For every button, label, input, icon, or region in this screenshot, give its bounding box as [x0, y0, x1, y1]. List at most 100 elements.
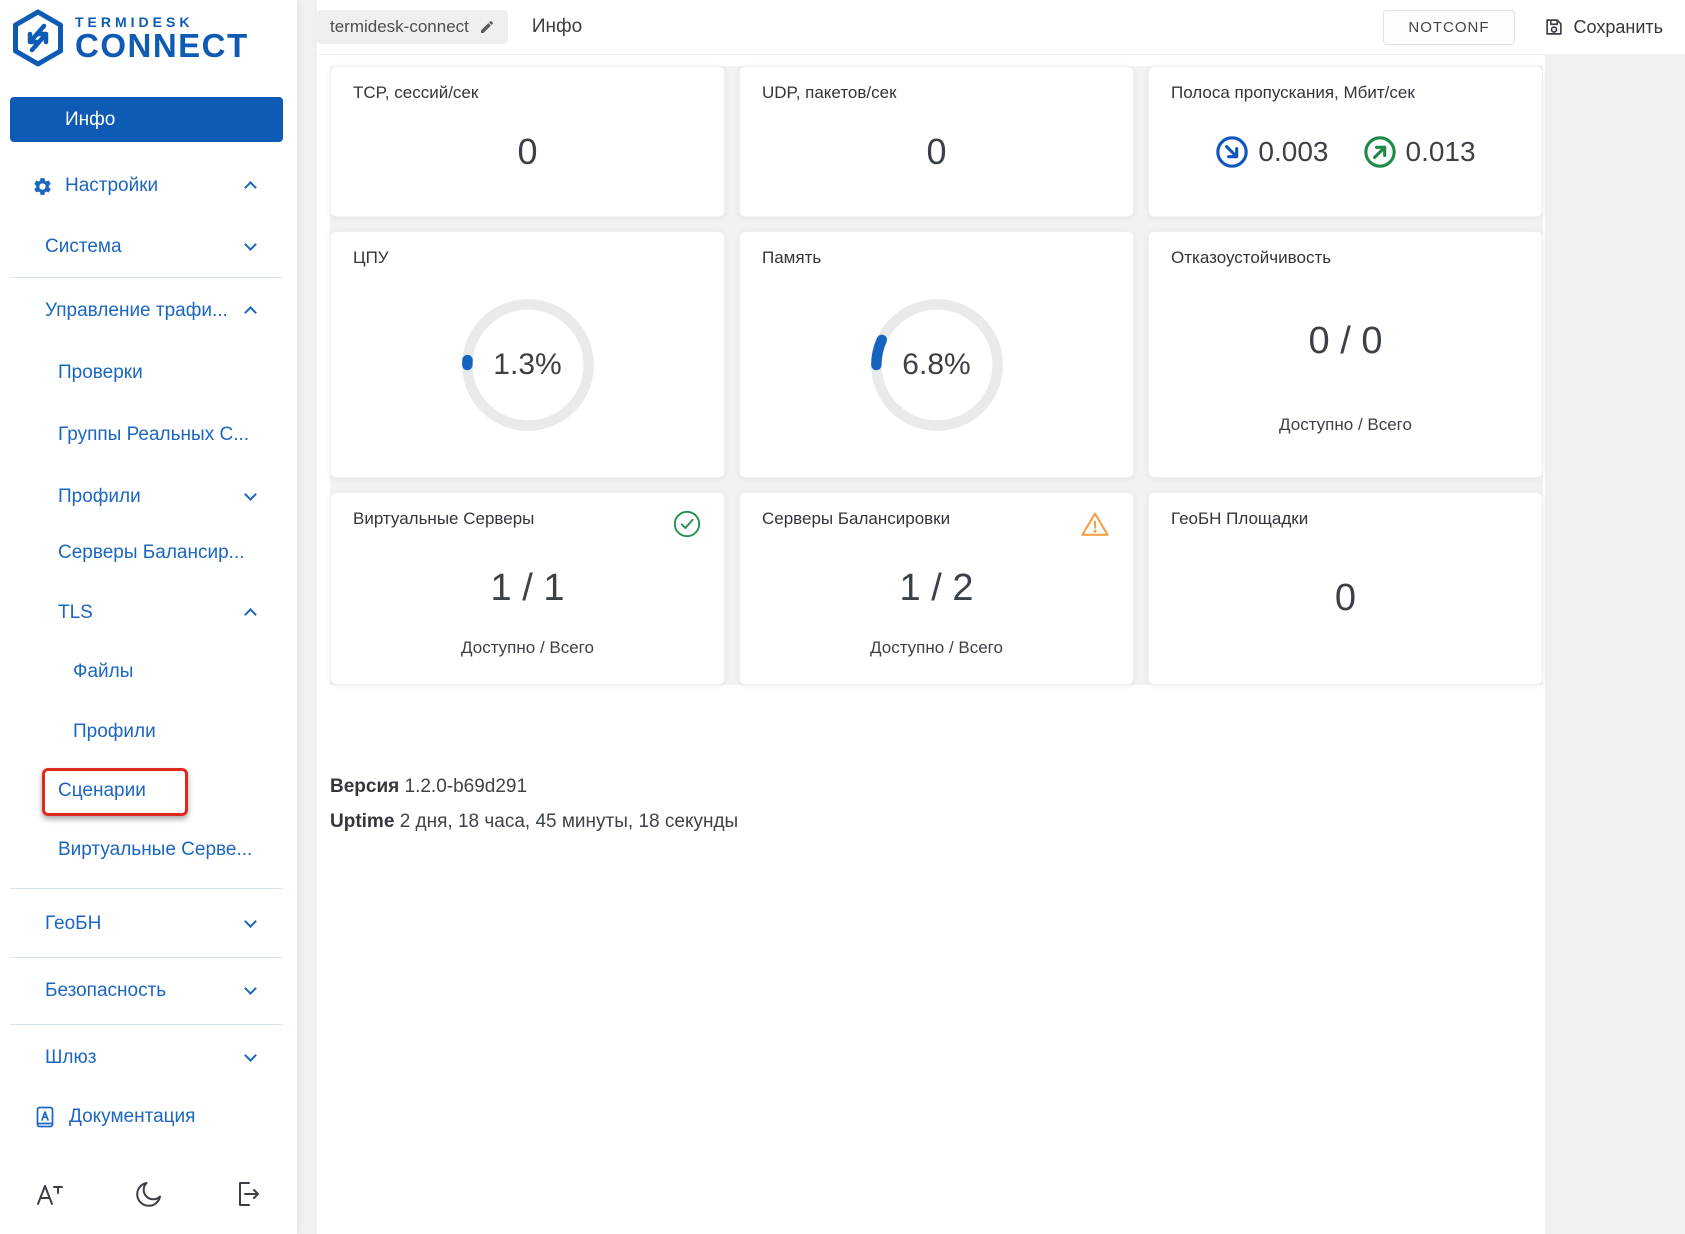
- card-title: Отказоустойчивость: [1171, 248, 1332, 267]
- uptime-value: 2 дня, 18 часа, 45 минуты, 18 секунды: [399, 811, 739, 832]
- sidebar-item-gateway[interactable]: Шлюз: [10, 1036, 283, 1080]
- topbar: termidesk-connect Инфо NOTCONF Сохранить: [317, 0, 1685, 55]
- chevron-down-icon: [244, 238, 257, 251]
- brand-logo[interactable]: TERMIDESK CONNECT: [10, 8, 249, 68]
- sidebar-item-label: Виртуальные Серве...: [58, 839, 253, 860]
- sidebar-item-label: Шлюз: [45, 1047, 97, 1068]
- chevron-up-icon: [244, 181, 257, 194]
- arrow-up-right-icon: [1363, 135, 1396, 168]
- dashboard-card-grid: TCP, сессий/сек 0 UDP, пакетов/сек 0 Пол…: [330, 66, 1543, 685]
- sidebar-item-balancing-servers[interactable]: Серверы Балансир...: [10, 531, 283, 575]
- sidebar-item-profiles[interactable]: Профили: [10, 475, 283, 519]
- arrow-down-right-icon: [1216, 135, 1249, 168]
- sidebar-footer-icons: [0, 1154, 297, 1234]
- sidebar-item-label: Безопасность: [45, 980, 167, 1001]
- sidebar-item-label: ГеоБН: [45, 913, 102, 934]
- bandwidth-values: 0.003 0.013: [1171, 103, 1520, 200]
- sidebar-item-label: Профили: [58, 486, 141, 507]
- status-ok-check-icon: [673, 510, 701, 538]
- brand-text: TERMIDESK CONNECT: [75, 14, 249, 62]
- card-tcp: TCP, сессий/сек 0: [330, 66, 725, 217]
- sidebar-item-label: Управление трафи...: [45, 300, 228, 321]
- brand-line2: CONNECT: [75, 27, 249, 64]
- sidebar-divider: [10, 277, 283, 278]
- logout-icon[interactable]: [233, 1178, 265, 1210]
- uptime-line: Uptime 2 дня, 18 часа, 45 минуты, 18 сек…: [330, 804, 738, 839]
- main-area: termidesk-connect Инфо NOTCONF Сохранить: [317, 0, 1685, 1234]
- sidebar-item-security[interactable]: Безопасность: [10, 969, 283, 1013]
- sidebar-item-info[interactable]: Инфо: [10, 97, 283, 142]
- virtual-servers-caption: Доступно / Всего: [461, 638, 594, 657]
- balancer-servers-value: 1 / 2: [899, 567, 974, 609]
- chevron-down-icon: [244, 982, 257, 995]
- sidebar-item-label: TLS: [58, 602, 93, 623]
- card-udp: UDP, пакетов/сек 0: [739, 66, 1134, 217]
- failover-caption: Доступно / Всего: [1279, 415, 1412, 434]
- sidebar-divider: [10, 957, 283, 958]
- sidebar-item-label: Серверы Балансир...: [58, 542, 245, 563]
- save-button-label: Сохранить: [1573, 16, 1663, 37]
- balancer-servers-caption: Доступно / Всего: [870, 638, 1003, 657]
- sidebar-item-real-server-groups[interactable]: Группы Реальных С...: [10, 413, 283, 457]
- udp-value: 0: [926, 130, 947, 172]
- sidebar-item-label: Файлы: [73, 661, 134, 682]
- card-title: ЦПУ: [353, 248, 389, 267]
- system-meta: Версия 1.2.0-b69d291 Uptime 2 дня, 18 ча…: [330, 769, 738, 839]
- sidebar-item-traffic-management[interactable]: Управление трафи...: [10, 289, 283, 333]
- sidebar-item-label: Группы Реальных С...: [58, 424, 250, 445]
- card-failover: Отказоустойчивость 0 / 0 Доступно / Всег…: [1148, 231, 1543, 478]
- book-icon: [36, 1106, 54, 1128]
- floppy-save-icon: [1545, 19, 1562, 35]
- sidebar-item-tls-profiles[interactable]: Профили: [10, 710, 283, 754]
- sidebar-item-scenarios[interactable]: Сценарии: [10, 769, 283, 813]
- topbar-actions: NOTCONF Сохранить: [1383, 9, 1685, 45]
- sidebar-item-tls[interactable]: TLS: [10, 591, 283, 635]
- sidebar-item-tls-files[interactable]: Файлы: [10, 650, 283, 694]
- card-title: Виртуальные Серверы: [353, 509, 535, 528]
- bandwidth-outbound: 0.013: [1363, 135, 1476, 169]
- sidebar-divider: [10, 888, 283, 889]
- sidebar: TERMIDESK CONNECT Инфо Настройки Система…: [0, 0, 297, 1234]
- virtual-servers-value: 1 / 1: [490, 567, 565, 609]
- chevron-down-icon: [244, 915, 257, 928]
- bandwidth-in-value: 0.003: [1258, 135, 1329, 167]
- tcp-value: 0: [517, 130, 538, 172]
- sidebar-item-checks[interactable]: Проверки: [10, 351, 283, 395]
- card-balancer-servers: Серверы Балансировки 1 / 2 Доступно / Вс…: [739, 492, 1134, 685]
- sidebar-item-label: Проверки: [58, 362, 143, 383]
- sidebar-item-geobn[interactable]: ГеоБН: [10, 902, 283, 946]
- dark-mode-moon-icon[interactable]: [133, 1178, 165, 1210]
- sidebar-item-label: Профили: [73, 721, 156, 742]
- cpu-gauge: 1.3%: [458, 295, 598, 435]
- sidebar-item-documentation[interactable]: Документация: [10, 1095, 283, 1139]
- card-memory: Память 6.8%: [739, 231, 1134, 478]
- hostname-text: termidesk-connect: [330, 17, 469, 36]
- sidebar-divider: [10, 1024, 283, 1025]
- uptime-label: Uptime: [330, 811, 395, 832]
- version-value: 1.2.0-b69d291: [404, 776, 528, 797]
- sidebar-item-label: Сценарии: [58, 780, 146, 801]
- chevron-down-icon: [244, 1049, 257, 1062]
- page-title: Инфо: [531, 16, 583, 37]
- sidebar-item-label: Документация: [69, 1106, 196, 1127]
- card-cpu: ЦПУ 1.3%: [330, 231, 725, 478]
- hostname-chip[interactable]: termidesk-connect: [317, 10, 508, 44]
- card-geo-sites: ГеоБН Площадки 0: [1148, 492, 1543, 685]
- save-button[interactable]: Сохранить: [1543, 16, 1663, 38]
- edit-pencil-icon[interactable]: [479, 19, 495, 35]
- status-badge: NOTCONF: [1383, 9, 1515, 45]
- geo-sites-value: 0: [1334, 577, 1357, 619]
- card-title: Полоса пропускания, Мбит/сек: [1171, 83, 1415, 102]
- card-title: Память: [762, 248, 822, 267]
- chevron-down-icon: [244, 488, 257, 501]
- chevron-up-icon: [244, 608, 257, 621]
- language-icon[interactable]: [32, 1178, 64, 1210]
- sidebar-item-system[interactable]: Система: [10, 225, 283, 269]
- sidebar-item-virtual-servers[interactable]: Виртуальные Серве...: [10, 828, 283, 872]
- sidebar-item-settings[interactable]: Настройки: [10, 164, 283, 208]
- card-title: ГеоБН Площадки: [1171, 509, 1309, 528]
- cpu-percent-label: 1.3%: [493, 347, 562, 381]
- bandwidth-inbound: 0.003: [1215, 135, 1329, 169]
- failover-value: 0 / 0: [1308, 320, 1383, 362]
- status-warning-triangle-icon: [1081, 512, 1109, 536]
